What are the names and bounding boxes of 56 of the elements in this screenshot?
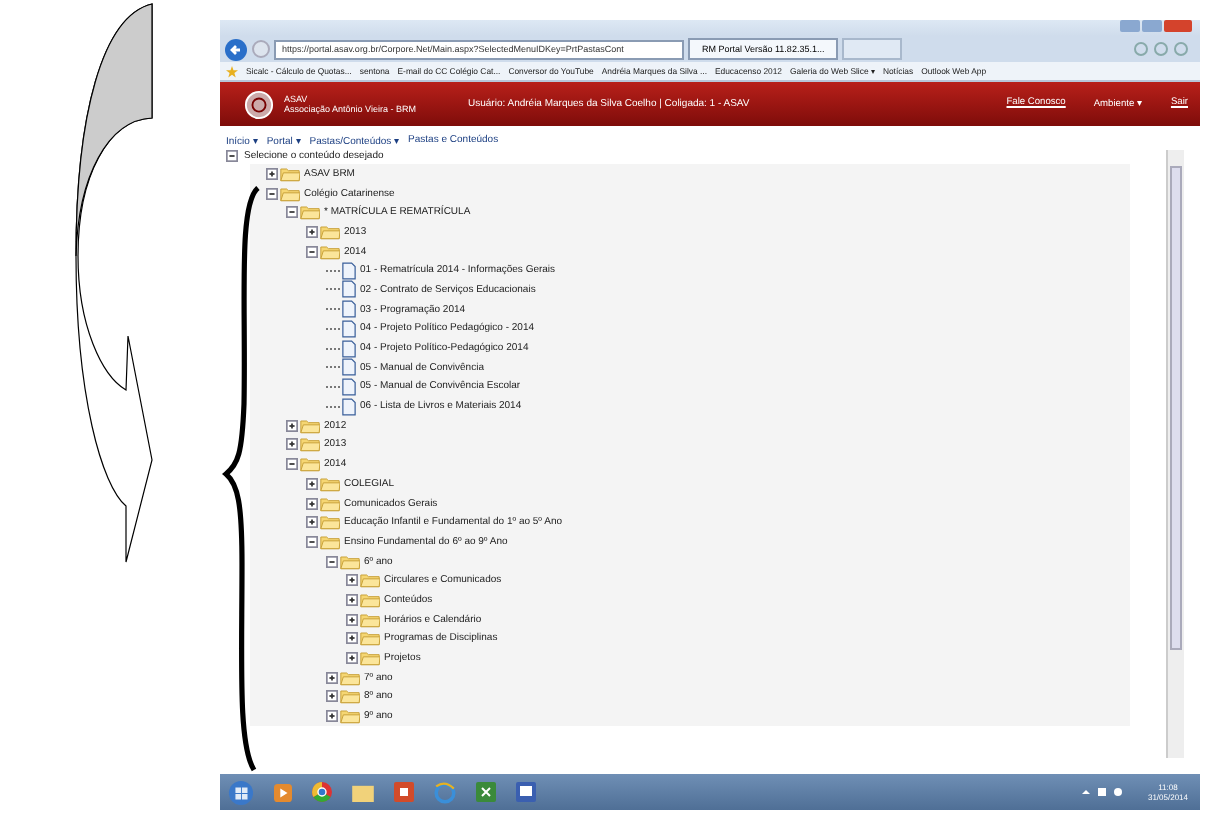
expand-icon[interactable] [306, 225, 318, 238]
folder-icon [300, 204, 320, 221]
media-player-icon[interactable] [274, 783, 292, 801]
expand-icon[interactable] [286, 438, 298, 451]
folder-icon [340, 708, 360, 725]
chrome-icon[interactable] [312, 782, 332, 802]
collapse-icon[interactable] [326, 555, 338, 568]
expand-icon[interactable] [346, 574, 358, 587]
window-controls-icon[interactable] [1120, 20, 1192, 34]
folder-icon [360, 572, 380, 589]
folder-icon [280, 165, 300, 182]
start-icon[interactable] [228, 779, 254, 805]
folder-icon [320, 514, 340, 531]
folder-icon [360, 650, 380, 667]
collapse-icon[interactable] [286, 206, 298, 219]
tray-icons[interactable] [1079, 786, 1128, 798]
collapse-icon[interactable] [286, 458, 298, 471]
expand-icon[interactable] [326, 690, 338, 703]
folder-icon [360, 630, 380, 647]
expand-icon[interactable] [326, 710, 338, 723]
expand-icon[interactable] [266, 167, 278, 180]
folder-icon [360, 591, 380, 608]
expand-icon[interactable] [346, 593, 358, 606]
presentation-icon[interactable] [394, 782, 414, 802]
folder-icon [360, 611, 380, 628]
folder-icon [320, 243, 340, 260]
folder-icon [300, 417, 320, 434]
expand-icon[interactable] [346, 632, 358, 645]
folder-icon [300, 436, 320, 453]
expand-icon[interactable] [346, 613, 358, 626]
expand-icon[interactable] [286, 419, 298, 432]
collapse-icon[interactable] [226, 150, 238, 162]
folder-icon[interactable] [352, 783, 374, 801]
folder-icon [280, 185, 300, 202]
window-icon[interactable] [516, 782, 536, 802]
expand-icon[interactable] [306, 516, 318, 529]
expand-icon[interactable] [306, 477, 318, 490]
expand-icon[interactable] [306, 497, 318, 510]
folder-icon [320, 475, 340, 492]
folder-icon [320, 223, 340, 240]
folder-icon [340, 669, 360, 686]
folder-icon [300, 456, 320, 473]
folder-icon [340, 553, 360, 570]
emblem-icon [244, 89, 274, 119]
back-icon[interactable] [224, 37, 248, 61]
folder-icon [320, 533, 340, 550]
collapse-icon[interactable] [266, 187, 278, 200]
folder-icon [320, 495, 340, 512]
folder-icon [340, 688, 360, 705]
spreadsheet-icon[interactable] [476, 782, 496, 802]
expand-icon[interactable] [346, 652, 358, 665]
collapse-icon[interactable] [306, 535, 318, 548]
collapse-icon[interactable] [306, 245, 318, 258]
scrollbar[interactable] [1166, 150, 1184, 758]
star-icon[interactable] [226, 65, 238, 77]
expand-icon[interactable] [326, 671, 338, 684]
